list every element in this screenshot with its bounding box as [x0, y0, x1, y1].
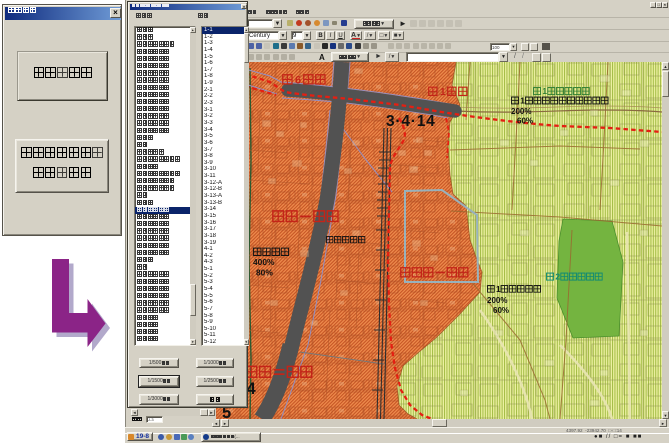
svg-text:1: 1	[520, 96, 525, 106]
svg-text:1: 1	[542, 86, 547, 96]
svg-text:4: 4	[247, 380, 257, 398]
svg-text:1: 1	[440, 87, 446, 98]
svg-text:6: 6	[295, 75, 301, 87]
svg-text:60%: 60%	[517, 117, 533, 126]
svg-text:200%: 200%	[487, 296, 507, 305]
svg-text:2: 2	[555, 272, 560, 282]
svg-text:400%: 400%	[253, 257, 275, 267]
svg-text:60%: 60%	[493, 306, 509, 315]
svg-text:3·4·14: 3·4·14	[386, 113, 436, 130]
svg-text:1: 1	[496, 285, 501, 294]
svg-text:200%: 200%	[511, 107, 531, 116]
svg-text:80%: 80%	[256, 268, 273, 278]
